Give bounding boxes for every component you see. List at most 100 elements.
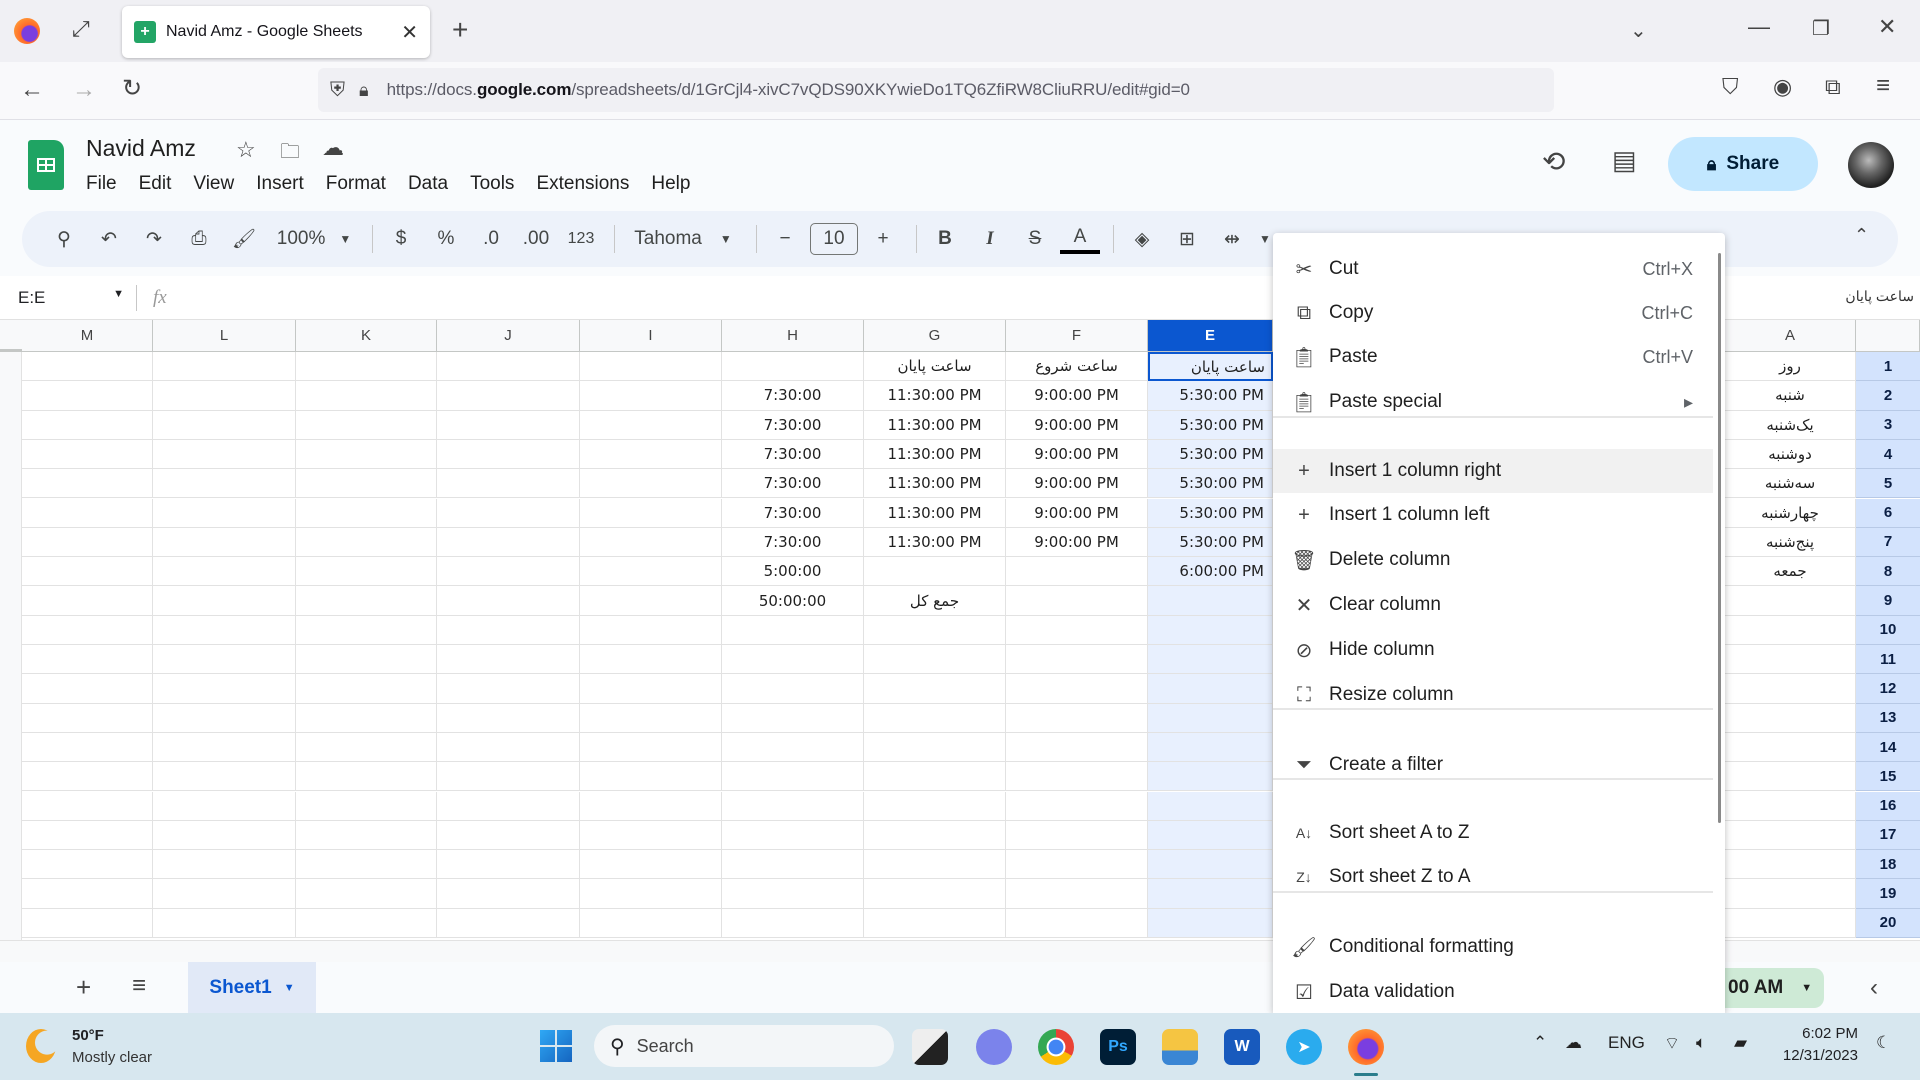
more-formats-button[interactable]: 123 <box>561 219 601 259</box>
clock-date[interactable]: 12/31/2023 <box>1768 1047 1858 1064</box>
column-header-k[interactable]: K <box>296 320 437 352</box>
cell-l9[interactable] <box>153 586 296 616</box>
battery-icon[interactable]: ▰ <box>1734 1033 1747 1053</box>
cell-j7[interactable] <box>437 527 580 558</box>
volume-icon[interactable]: 🔈︎ <box>1696 1033 1706 1053</box>
cell-f19[interactable] <box>1006 879 1148 909</box>
menu-scrollbar[interactable] <box>1718 253 1721 823</box>
shield-icon[interactable]: ⛨ <box>330 79 345 102</box>
cell-l8[interactable] <box>153 557 296 587</box>
weather-description[interactable]: Mostly clear <box>72 1049 152 1066</box>
menu-insert[interactable]: Insert <box>256 173 304 195</box>
windows-start-icon[interactable] <box>540 1030 572 1062</box>
cell-k7[interactable] <box>296 527 437 558</box>
cell-f3[interactable]: 9:00:00 PM <box>1006 410 1148 440</box>
row-header-corner[interactable] <box>1856 320 1920 352</box>
browser-tab-active[interactable]: + Navid Amz - Google Sheets ✕ <box>122 6 430 58</box>
cell-g2[interactable]: 11:30:00 PM <box>864 381 1006 411</box>
cell-e16[interactable] <box>1148 791 1273 821</box>
cell-j2[interactable] <box>437 381 580 411</box>
fill-color-icon[interactable]: ◈ <box>1122 219 1162 259</box>
cell-j18[interactable] <box>437 850 580 880</box>
cell-m19[interactable] <box>22 879 153 909</box>
cell-m2[interactable] <box>22 381 153 411</box>
menu-item-resize-column[interactable]: ⛶ Resize column <box>1273 673 1713 717</box>
cell-k13[interactable] <box>296 703 437 733</box>
row-header-8[interactable]: 8 <box>1856 557 1920 587</box>
cell-e19[interactable] <box>1148 879 1273 909</box>
teams-chat-icon[interactable] <box>976 1029 1012 1065</box>
cell-l7[interactable] <box>153 527 296 558</box>
column-header-j[interactable]: J <box>437 320 580 352</box>
cell-k2[interactable] <box>296 381 437 411</box>
row-header-10[interactable]: 10 <box>1856 615 1920 645</box>
cell-e1[interactable]: ساعت پایان <box>1148 352 1273 382</box>
row-header-3[interactable]: 3 <box>1856 410 1920 440</box>
cell-m17[interactable] <box>22 820 153 851</box>
cell-l3[interactable] <box>153 410 296 440</box>
menu-data[interactable]: Data <box>408 173 448 195</box>
cell-i14[interactable] <box>580 732 722 763</box>
cell-h13[interactable] <box>722 703 864 733</box>
cell-m14[interactable] <box>22 732 153 763</box>
cell-a5[interactable]: سه‌شنبه <box>1725 469 1856 499</box>
cell-i9[interactable] <box>580 586 722 616</box>
cell-k5[interactable] <box>296 469 437 499</box>
chrome-icon[interactable] <box>1038 1029 1074 1065</box>
cell-j12[interactable] <box>437 674 580 704</box>
cell-a12[interactable] <box>1725 674 1856 704</box>
cell-j20[interactable] <box>437 908 580 938</box>
select-all-corner[interactable] <box>0 320 22 352</box>
row-header-16[interactable]: 16 <box>1856 791 1920 821</box>
cell-k14[interactable] <box>296 732 437 763</box>
row-header-2[interactable]: 2 <box>1856 381 1920 411</box>
menu-item-clear-column[interactable]: ✕ Clear column <box>1273 583 1713 627</box>
version-history-icon[interactable]: ⟲ <box>1542 145 1565 178</box>
wifi-icon[interactable]: ⌔ <box>1664 1033 1680 1054</box>
column-header-i[interactable]: I <box>580 320 722 352</box>
row-header-1[interactable]: 1 <box>1856 352 1920 382</box>
sheets-logo-icon[interactable] <box>28 140 64 190</box>
cell-h8[interactable]: 5:00:00 <box>722 557 864 587</box>
taskbar-search-box[interactable]: ⚲ Search <box>594 1025 894 1067</box>
cell-i20[interactable] <box>580 908 722 938</box>
pocket-icon[interactable]: ⛉ <box>1722 74 1739 100</box>
cell-l11[interactable] <box>153 645 296 675</box>
cell-m16[interactable] <box>22 791 153 821</box>
cell-j10[interactable] <box>437 615 580 645</box>
cell-g13[interactable] <box>864 703 1006 733</box>
zoom-select[interactable]: 100% ▼ <box>269 219 359 259</box>
firefox-icon[interactable] <box>14 18 40 44</box>
row-header-15[interactable]: 15 <box>1856 762 1920 792</box>
minimize-icon[interactable]: — <box>1748 14 1770 40</box>
menu-file[interactable]: File <box>86 173 117 195</box>
cell-f18[interactable] <box>1006 850 1148 880</box>
row-header-7[interactable]: 7 <box>1856 527 1920 558</box>
font-size-field[interactable]: 10 <box>810 219 858 259</box>
paint-format-icon[interactable]: 🖌︎ <box>224 219 264 259</box>
cell-g17[interactable] <box>864 820 1006 851</box>
cell-m9[interactable] <box>22 586 153 616</box>
task-view-icon[interactable] <box>912 1029 948 1065</box>
url-bar[interactable]: ⛨ 🔒︎ https://docs.google.com/spreadsheet… <box>318 68 1554 112</box>
cell-f7[interactable]: 9:00:00 PM <box>1006 527 1148 558</box>
cell-e14[interactable] <box>1148 732 1273 763</box>
cell-m20[interactable] <box>22 908 153 938</box>
cell-g19[interactable] <box>864 879 1006 909</box>
cell-f20[interactable] <box>1006 908 1148 938</box>
cell-m13[interactable] <box>22 703 153 733</box>
back-icon[interactable]: ← <box>20 76 44 104</box>
row-header-20[interactable]: 20 <box>1856 908 1920 938</box>
menu-item-insert-1-column-right[interactable]: + Insert 1 column right <box>1273 449 1713 493</box>
cell-j4[interactable] <box>437 439 580 470</box>
cell-i15[interactable] <box>580 762 722 792</box>
merge-cells-icon[interactable]: ⇹ <box>1212 219 1252 259</box>
cell-k3[interactable] <box>296 410 437 440</box>
menu-item-delete-column[interactable]: 🗑︎ Delete column <box>1273 538 1713 582</box>
cell-g18[interactable] <box>864 850 1006 880</box>
menu-extensions[interactable]: Extensions <box>536 173 629 195</box>
side-panel-chevron-icon[interactable]: ‹ <box>1870 974 1878 1002</box>
cell-a9[interactable] <box>1725 586 1856 616</box>
column-header-h[interactable]: H <box>722 320 864 352</box>
cell-f17[interactable] <box>1006 820 1148 851</box>
